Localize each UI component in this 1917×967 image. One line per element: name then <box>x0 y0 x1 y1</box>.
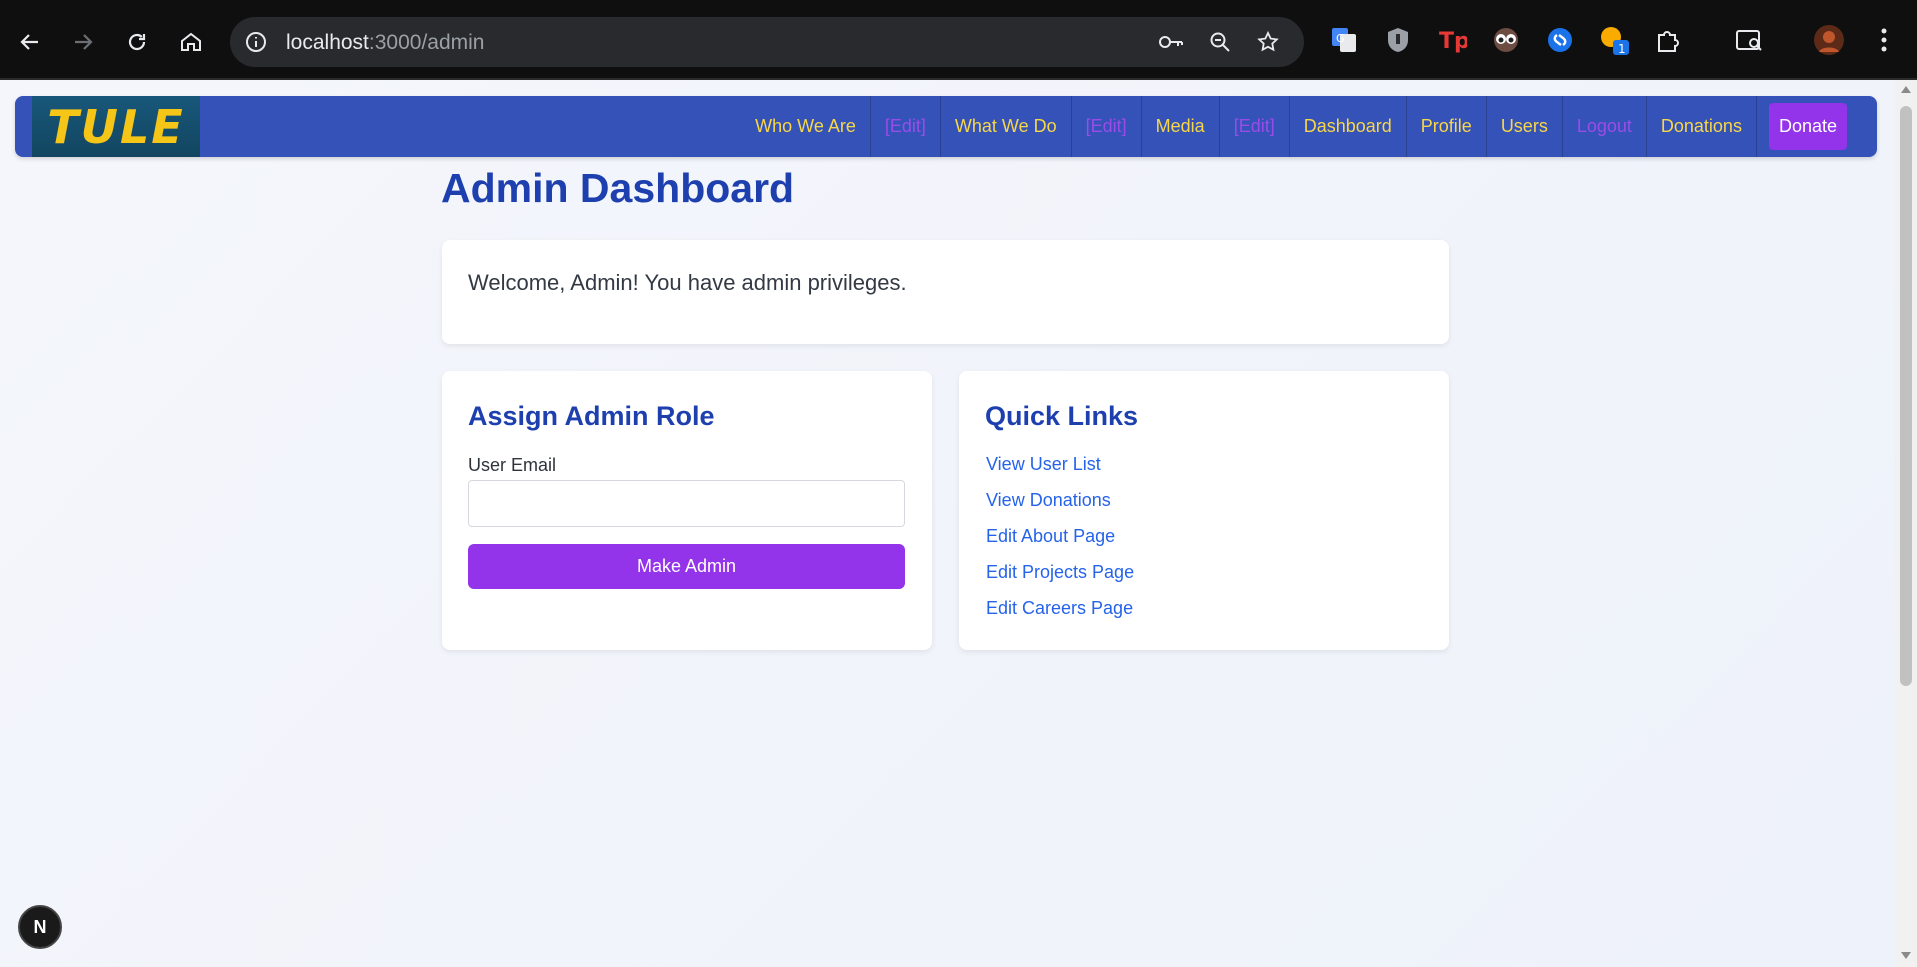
shield-extension-icon[interactable] <box>1382 24 1414 56</box>
welcome-card: Welcome, Admin! You have admin privilege… <box>442 240 1449 344</box>
site-info-icon[interactable] <box>244 30 268 59</box>
browser-toolbar: localhost:3000/admin G Tp 1 <box>0 0 1917 80</box>
tp-extension-icon[interactable]: Tp <box>1436 24 1468 56</box>
nav-dashboard[interactable]: Dashboard <box>1290 96 1407 157</box>
make-admin-button[interactable]: Make Admin <box>468 544 905 589</box>
eyes-extension-icon[interactable] <box>1490 24 1522 56</box>
dev-tools-badge[interactable]: N <box>18 905 62 949</box>
donate-button[interactable]: Donate <box>1768 103 1847 150</box>
scroll-up-icon[interactable] <box>1901 86 1911 93</box>
user-email-input[interactable] <box>468 480 905 527</box>
link-edit-about-page[interactable]: Edit About Page <box>986 526 1115 547</box>
page-scrollbar[interactable] <box>1895 80 1917 967</box>
tab-search-icon[interactable] <box>1733 24 1765 56</box>
page-background <box>0 80 1895 967</box>
assign-admin-card: Assign Admin Role User Email Make Admin <box>442 371 932 650</box>
svg-text:Tp: Tp <box>1439 29 1467 54</box>
svg-text:G: G <box>1336 32 1345 45</box>
scroll-down-icon[interactable] <box>1901 952 1911 959</box>
url-text[interactable]: localhost:3000/admin <box>286 31 484 55</box>
extensions-puzzle-icon[interactable] <box>1652 24 1684 56</box>
nav-users[interactable]: Users <box>1487 96 1563 157</box>
home-icon[interactable] <box>173 24 209 60</box>
site-navbar: TULE Who We Are [Edit] What We Do [Edit]… <box>15 96 1877 157</box>
link-edit-projects-page[interactable]: Edit Projects Page <box>986 562 1134 583</box>
assign-admin-heading: Assign Admin Role <box>468 401 715 431</box>
user-email-label: User Email <box>468 455 557 475</box>
nav-media[interactable]: Media <box>1142 96 1220 157</box>
scrollbar-thumb[interactable] <box>1900 106 1912 686</box>
bookmark-star-icon[interactable] <box>1256 30 1280 59</box>
address-bar[interactable]: localhost:3000/admin <box>230 17 1304 67</box>
site-logo[interactable]: TULE <box>32 96 200 157</box>
welcome-message: Welcome, Admin! You have admin privilege… <box>468 270 907 295</box>
nav-logout[interactable]: Logout <box>1563 96 1647 157</box>
link-edit-careers-page[interactable]: Edit Careers Page <box>986 598 1133 619</box>
link-view-user-list[interactable]: View User List <box>986 454 1101 475</box>
badge-extension-icon[interactable]: 1 <box>1598 24 1630 56</box>
svg-text:1: 1 <box>1618 42 1626 56</box>
quick-links-heading: Quick Links <box>985 401 1139 431</box>
nav-what-we-do[interactable]: What We Do <box>941 96 1072 157</box>
nav-who-we-are[interactable]: Who We Are <box>741 96 871 157</box>
password-key-icon[interactable] <box>1158 30 1184 59</box>
menu-kebab-icon[interactable] <box>1868 24 1900 56</box>
page-title: Admin Dashboard <box>441 165 795 211</box>
nav-links: Who We Are [Edit] What We Do [Edit] Medi… <box>741 96 1847 157</box>
forward-icon[interactable] <box>65 24 101 60</box>
shazam-extension-icon[interactable] <box>1544 24 1576 56</box>
nav-edit-media[interactable]: [Edit] <box>1220 96 1290 157</box>
link-view-donations[interactable]: View Donations <box>986 490 1111 511</box>
translate-extension-icon[interactable]: G <box>1328 24 1360 56</box>
back-icon[interactable] <box>12 24 48 60</box>
profile-avatar[interactable] <box>1813 24 1845 56</box>
nav-edit-who-we-are[interactable]: [Edit] <box>871 96 941 157</box>
quick-links-card: Quick Links View User List View Donation… <box>959 371 1449 650</box>
nav-profile[interactable]: Profile <box>1407 96 1487 157</box>
nav-edit-what-we-do[interactable]: [Edit] <box>1072 96 1142 157</box>
reload-icon[interactable] <box>119 24 155 60</box>
nav-donations[interactable]: Donations <box>1647 96 1757 157</box>
zoom-icon[interactable] <box>1208 30 1232 59</box>
